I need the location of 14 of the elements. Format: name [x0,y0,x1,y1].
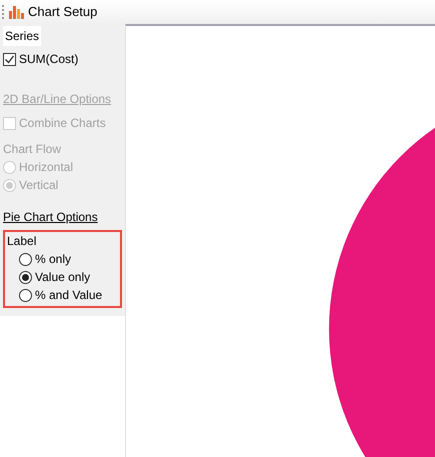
checkbox-label[interactable]: SUM(Cost) [19,50,78,68]
radio-button[interactable] [19,252,32,266]
group-label: Label [7,233,38,250]
radio-label[interactable]: % only [35,250,72,268]
radio-label[interactable]: Value only [35,268,90,286]
bar-chart-icon [8,5,24,19]
radio-label[interactable]: % and Value [35,286,102,304]
section-link[interactable]: Pie Chart Options [3,208,122,226]
group-label: Chart Flow [3,141,62,158]
panel-title: Chart Setup [28,3,98,22]
section-heading: Series [3,26,42,46]
checkbox[interactable] [3,52,16,66]
radio-button[interactable] [19,288,32,302]
radio-button[interactable] [19,270,32,284]
